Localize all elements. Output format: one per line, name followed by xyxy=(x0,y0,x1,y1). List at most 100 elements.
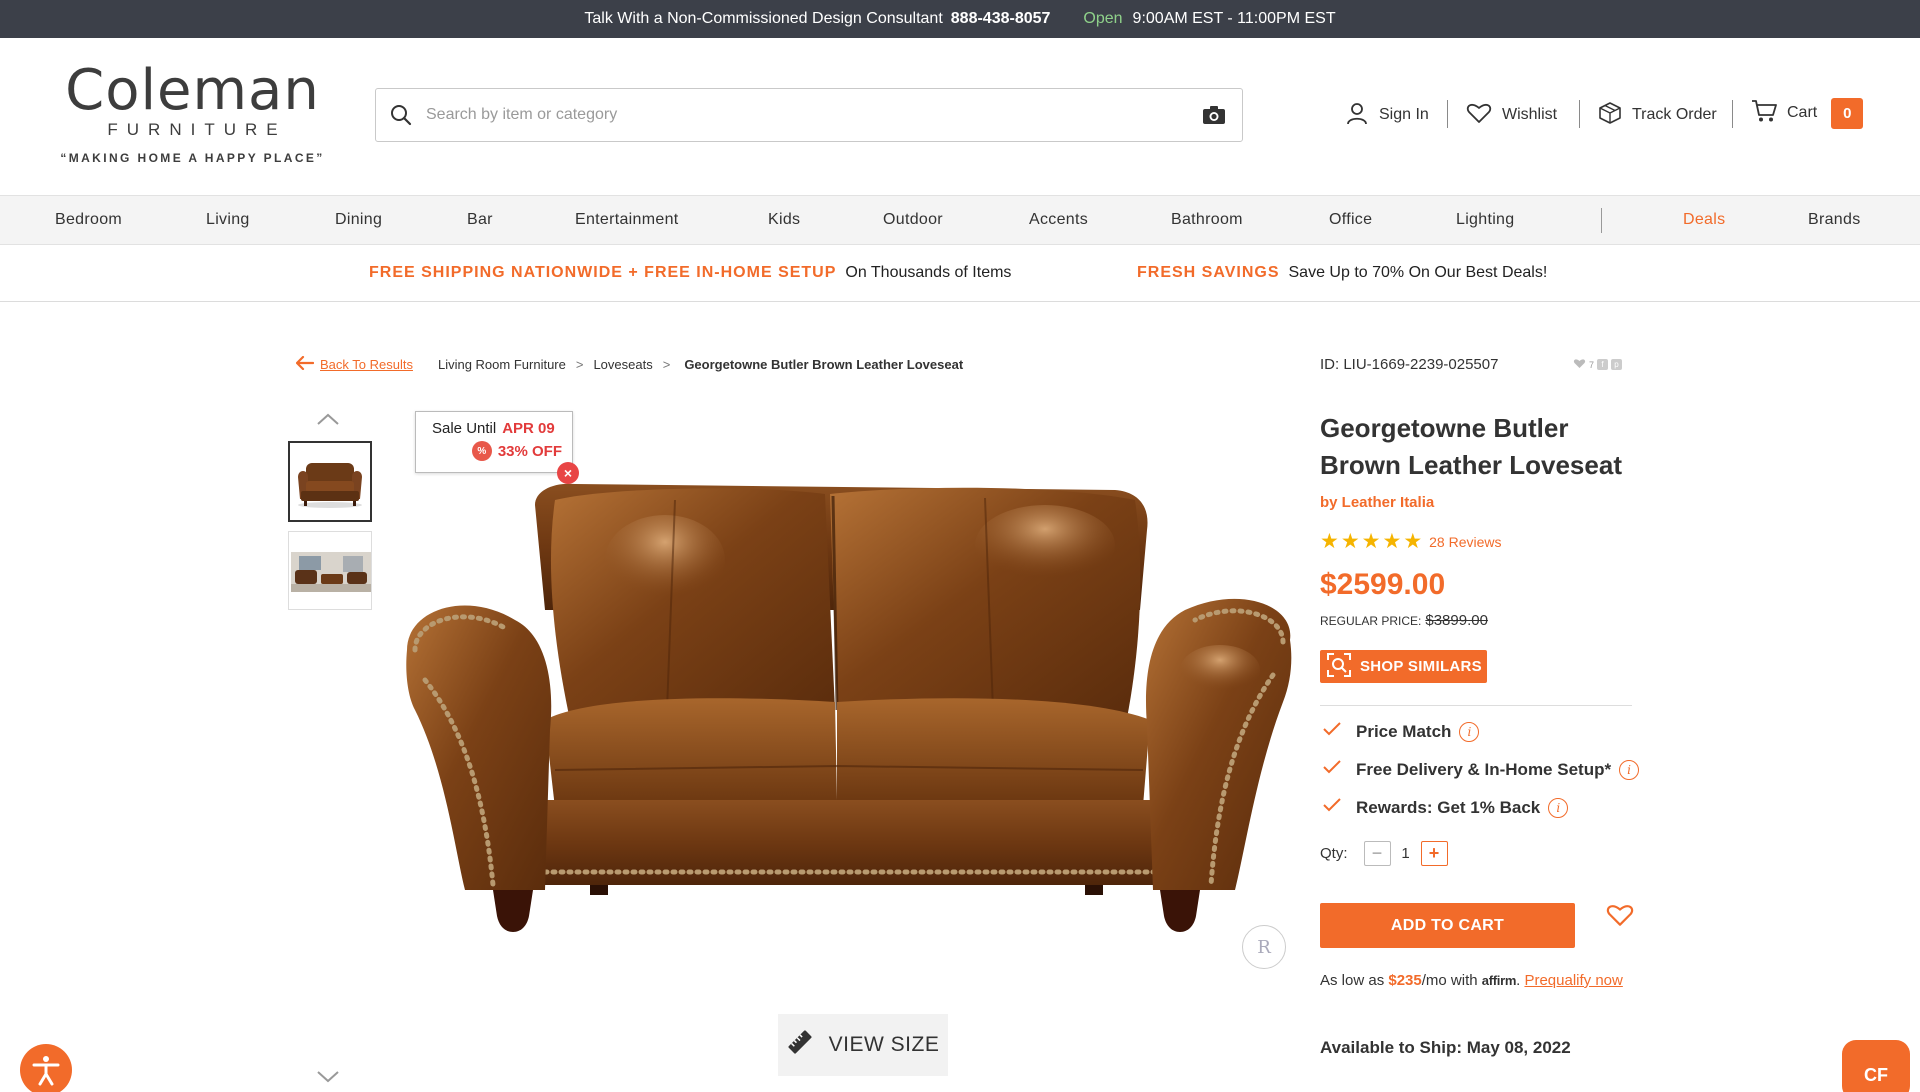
store-hours: 9:00AM EST - 11:00PM EST xyxy=(1132,10,1336,27)
percent-icon: % xyxy=(471,441,492,461)
promo-shipping[interactable]: FREE SHIPPING NATIONWIDE + FREE IN-HOME … xyxy=(369,264,1011,282)
brand-link[interactable]: by Leather Italia xyxy=(1320,494,1434,511)
star-icon: ★ xyxy=(1340,530,1360,553)
feature-free-delivery: Free Delivery & In-Home Setup* i xyxy=(1322,759,1640,780)
watermark-icon: R xyxy=(1242,925,1286,969)
thumbnail-product[interactable] xyxy=(288,441,372,522)
logo-sub: FURNITURE xyxy=(107,120,287,139)
nav-item-bar[interactable]: Bar xyxy=(467,211,493,229)
facebook-icon[interactable]: f xyxy=(1597,359,1609,370)
open-status: Open xyxy=(1083,10,1123,27)
sign-in-label: Sign In xyxy=(1379,106,1429,123)
nav-item-outdoor[interactable]: Outdoor xyxy=(883,211,943,229)
nav-item-deals[interactable]: Deals xyxy=(1683,211,1725,229)
top-info-bar: Talk With a Non-Commissioned Design Cons… xyxy=(0,0,1920,38)
thumbnail-room-scene[interactable] xyxy=(288,531,372,610)
check-icon xyxy=(1322,721,1356,742)
cart-count-badge: 0 xyxy=(1831,97,1864,129)
divider xyxy=(1320,705,1632,706)
search-input[interactable] xyxy=(426,106,1186,124)
nav-item-kids[interactable]: Kids xyxy=(768,211,800,229)
breadcrumb: Back To Results Living Room Furniture > … xyxy=(295,355,964,373)
info-icon[interactable]: i xyxy=(1459,721,1480,742)
reviews-link[interactable]: 28 Reviews xyxy=(1429,534,1501,550)
discount-text: 33% OFF xyxy=(497,442,562,460)
check-icon xyxy=(1322,759,1356,780)
nav-item-bedroom[interactable]: Bedroom xyxy=(55,211,122,229)
breadcrumb-item[interactable]: Loveseats xyxy=(593,357,652,372)
info-icon[interactable]: i xyxy=(1619,759,1640,780)
cart-link[interactable]: Cart 0 xyxy=(1751,97,1864,129)
user-icon xyxy=(1345,101,1369,130)
chat-button[interactable]: CF xyxy=(1842,1040,1910,1092)
affirm-mid: /mo with xyxy=(1421,972,1478,989)
nav-item-brands[interactable]: Brands xyxy=(1808,211,1861,229)
affirm-logo: affirm xyxy=(1481,973,1517,988)
product-title: Georgetowne Butler Brown Leather Lovesea… xyxy=(1320,413,1622,480)
sale-price: $2599.00 xyxy=(1320,568,1446,601)
accessibility-icon[interactable] xyxy=(20,1044,72,1092)
nav-item-accents[interactable]: Accents xyxy=(1029,211,1088,229)
nav-item-lighting[interactable]: Lighting xyxy=(1456,211,1514,229)
qty-label: Qty: xyxy=(1320,845,1348,862)
nav-divider xyxy=(1601,208,1602,233)
utility-divider xyxy=(1732,100,1733,128)
cart-icon xyxy=(1751,99,1777,128)
nav-item-dining[interactable]: Dining xyxy=(335,211,382,229)
wishlist-link[interactable]: Wishlist xyxy=(1466,100,1557,130)
qty-increase-button[interactable]: + xyxy=(1420,841,1448,866)
visual-search-icon xyxy=(1326,652,1352,682)
back-to-results-link[interactable]: Back To Results xyxy=(320,357,413,372)
site-header: Coleman FURNITURE “MAKING HOME A HAPPY P… xyxy=(0,38,1920,195)
share-row: 7 f p xyxy=(1573,358,1623,371)
star-rating[interactable]: ★ ★ ★ ★ ★ 28 Reviews xyxy=(1320,531,1502,552)
nav-item-living[interactable]: Living xyxy=(206,211,250,229)
main-nav: Bedroom Living Dining Bar Entertainment … xyxy=(0,195,1920,245)
logo-tagline: “MAKING HOME A HAPPY PLACE” xyxy=(60,151,325,165)
view-size-button[interactable]: VIEW SIZE xyxy=(778,1014,948,1076)
track-order-label: Track Order xyxy=(1632,106,1717,123)
utility-divider xyxy=(1579,100,1580,128)
product-id: ID: LIU-1669-2239-025507 xyxy=(1320,356,1499,373)
feature-label: Free Delivery & In-Home Setup* xyxy=(1356,759,1612,779)
add-to-cart-button[interactable]: ADD TO CART xyxy=(1320,903,1575,948)
promo-savings-text: Save Up to 70% On Our Best Deals! xyxy=(1288,264,1548,281)
promo-savings-strong: FRESH SAVINGS xyxy=(1137,264,1280,281)
ruler-icon xyxy=(787,1029,813,1061)
regular-price: REGULAR PRICE: $3899.00 xyxy=(1320,612,1488,629)
qty-decrease-button[interactable]: − xyxy=(1363,841,1391,866)
prequalify-link[interactable]: Prequalify now xyxy=(1524,972,1622,989)
pinterest-icon[interactable]: p xyxy=(1611,359,1623,370)
star-icon: ★ xyxy=(1361,530,1381,553)
star-icon: ★ xyxy=(1320,530,1339,553)
close-icon[interactable]: × xyxy=(557,462,579,484)
quantity-stepper: Qty: − 1 + xyxy=(1320,841,1448,866)
search-icon[interactable] xyxy=(376,104,426,126)
nav-item-bathroom[interactable]: Bathroom xyxy=(1171,211,1243,229)
sale-date: APR 09 xyxy=(502,420,555,437)
nav-item-entertainment[interactable]: Entertainment xyxy=(575,211,679,229)
camera-icon[interactable] xyxy=(1186,105,1242,125)
back-arrow-icon[interactable] xyxy=(295,355,315,373)
affirm-prefix: As low as xyxy=(1320,972,1385,989)
thumbnail-up-chevron-icon[interactable] xyxy=(316,412,340,431)
feature-price-match: Price Match i xyxy=(1322,721,1480,742)
star-icon: ★ xyxy=(1382,530,1402,553)
promo-savings[interactable]: FRESH SAVINGS Save Up to 70% On Our Best… xyxy=(1137,264,1547,282)
add-to-wishlist-heart-icon[interactable] xyxy=(1606,903,1634,932)
sale-until-label: Sale Until xyxy=(432,420,497,437)
small-heart-icon[interactable] xyxy=(1573,358,1586,371)
regular-price-value: $3899.00 xyxy=(1425,612,1488,629)
product-main-image[interactable] xyxy=(405,470,1295,980)
qty-value[interactable]: 1 xyxy=(1391,845,1421,862)
track-order-link[interactable]: Track Order xyxy=(1598,100,1717,130)
info-icon[interactable]: i xyxy=(1548,797,1569,818)
sign-in-link[interactable]: Sign In xyxy=(1345,100,1429,130)
breadcrumb-item[interactable]: Living Room Furniture xyxy=(438,357,566,372)
phone-number[interactable]: 888-438-8057 xyxy=(951,10,1051,28)
nav-item-office[interactable]: Office xyxy=(1329,211,1372,229)
thumbnail-down-chevron-icon[interactable] xyxy=(316,1070,340,1089)
site-logo[interactable]: Coleman FURNITURE “MAKING HOME A HAPPY P… xyxy=(55,60,330,166)
shop-similars-button[interactable]: SHOP SIMILARS xyxy=(1320,650,1487,683)
breadcrumb-current: Georgetowne Butler Brown Leather Lovesea… xyxy=(684,357,964,372)
